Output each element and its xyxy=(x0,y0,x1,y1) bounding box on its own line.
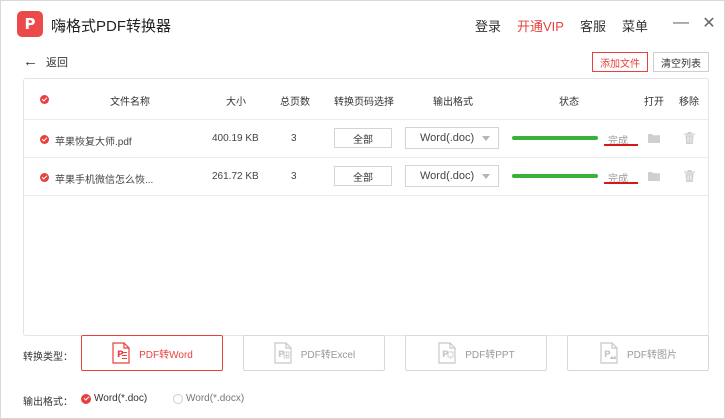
logo-glyph: P xyxy=(24,15,36,33)
header-pages: 总页数 xyxy=(280,97,310,108)
format-radio-docx[interactable]: Word(*.docx) xyxy=(173,393,244,404)
page-count: 3 xyxy=(291,133,297,144)
row-checkbox[interactable] xyxy=(40,173,49,182)
radio-checked-icon xyxy=(81,393,91,404)
row-checkbox[interactable] xyxy=(40,135,49,144)
page-range-button[interactable]: 全部 xyxy=(334,128,392,148)
type-pdf-to-word[interactable]: P PDF转Word xyxy=(81,335,223,371)
page-count: 3 xyxy=(291,171,297,182)
excel-doc-icon: P xyxy=(274,342,292,364)
back-arrow-icon: ← xyxy=(23,53,38,70)
header-range: 转换页码选择 xyxy=(334,97,394,108)
file-size: 261.72 KB xyxy=(212,171,259,182)
output-format-label: 输出格式： xyxy=(23,397,73,408)
folder-icon[interactable] xyxy=(648,133,660,143)
table-header: 文件名称 大小 总页数 转换页码选择 输出格式 状态 打开 移除 xyxy=(24,79,708,120)
status-underline xyxy=(604,182,638,184)
app-logo-icon: P xyxy=(17,11,43,37)
folder-icon[interactable] xyxy=(648,171,660,181)
word-doc-icon: P xyxy=(112,342,130,364)
type-label: PDF转Excel xyxy=(300,349,356,361)
trash-icon[interactable] xyxy=(684,132,695,144)
type-pdf-to-excel[interactable]: P PDF转Excel xyxy=(243,335,385,371)
output-format-value: Word(.doc) xyxy=(420,170,475,182)
conversion-progress xyxy=(512,136,598,140)
add-file-button[interactable]: 添加文件 xyxy=(592,52,648,72)
image-doc-icon: P xyxy=(600,342,618,364)
output-format-value: Word(.doc) xyxy=(420,132,475,144)
status-underline xyxy=(604,144,638,146)
format-radio-doc[interactable]: Word(*.doc) xyxy=(81,393,147,404)
chevron-down-icon xyxy=(482,174,490,179)
top-nav: 登录 开通VIP 客服 菜单 xyxy=(475,16,648,35)
ppt-doc-icon: P xyxy=(438,342,456,364)
type-pdf-to-image[interactable]: P PDF转图片 xyxy=(567,335,709,371)
conversion-progress xyxy=(512,174,598,178)
app-title: 嗨格式PDF转换器 xyxy=(51,18,172,35)
progress-fill xyxy=(512,174,598,178)
file-size: 400.19 KB xyxy=(212,133,259,144)
progress-fill xyxy=(512,136,598,140)
header-open: 打开 xyxy=(644,97,664,108)
output-format-select[interactable]: Word(.doc) xyxy=(405,127,499,149)
header-remove: 移除 xyxy=(679,97,699,108)
type-label: PDF转PPT xyxy=(465,349,515,361)
header-format: 输出格式 xyxy=(433,97,473,108)
login-link[interactable]: 登录 xyxy=(475,16,501,35)
format-option-label: Word(*.docx) xyxy=(186,393,245,404)
trash-icon[interactable] xyxy=(684,170,695,182)
back-label: 返回 xyxy=(46,56,68,69)
clear-list-button[interactable]: 清空列表 xyxy=(653,52,709,72)
table-row: 苹果手机微信怎么恢... 261.72 KB 3 全部 Word(.doc) 完… xyxy=(24,158,708,196)
file-name: 苹果手机微信怎么恢... xyxy=(55,175,154,186)
title-bar: P 嗨格式PDF转换器 登录 开通VIP 客服 菜单 — ✕ xyxy=(1,1,725,47)
app-window: P 嗨格式PDF转换器 登录 开通VIP 客服 菜单 — ✕ ← 返回 添加文件… xyxy=(0,0,725,419)
page-range-button[interactable]: 全部 xyxy=(334,166,392,186)
back-button[interactable]: ← 返回 xyxy=(23,53,68,70)
header-name: 文件名称 xyxy=(110,97,150,108)
vip-link[interactable]: 开通VIP xyxy=(517,16,564,35)
chevron-down-icon xyxy=(482,136,490,141)
file-table: 文件名称 大小 总页数 转换页码选择 输出格式 状态 打开 移除 苹果恢复大师.… xyxy=(23,78,709,336)
convert-type-label: 转换类型： xyxy=(23,352,73,363)
support-link[interactable]: 客服 xyxy=(580,16,606,35)
minimize-button[interactable]: — xyxy=(671,11,691,35)
output-format-select[interactable]: Word(.doc) xyxy=(405,165,499,187)
format-option-label: Word(*.doc) xyxy=(94,393,148,404)
menu-link[interactable]: 菜单 xyxy=(622,16,648,35)
type-pdf-to-ppt[interactable]: P PDF转PPT xyxy=(405,335,547,371)
radio-unchecked-icon xyxy=(173,393,183,404)
close-button[interactable]: ✕ xyxy=(699,11,719,35)
header-status: 状态 xyxy=(559,97,579,108)
file-name: 苹果恢复大师.pdf xyxy=(55,137,132,148)
type-label: PDF转Word xyxy=(139,349,193,361)
table-row: 苹果恢复大师.pdf 400.19 KB 3 全部 Word(.doc) 完成 xyxy=(24,120,708,158)
select-all-checkbox[interactable] xyxy=(40,95,49,104)
header-size: 大小 xyxy=(226,97,246,108)
type-label: PDF转图片 xyxy=(627,349,677,361)
